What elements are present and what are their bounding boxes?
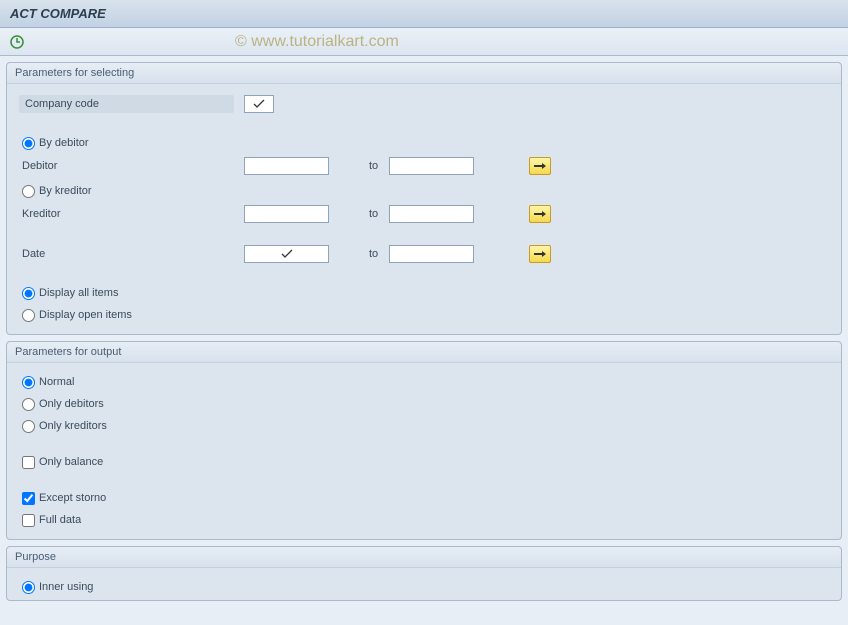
full-data-checkbox[interactable] (22, 514, 35, 527)
group-purpose-title: Purpose (7, 547, 841, 568)
debitor-more-button[interactable] (529, 157, 551, 175)
company-code-field[interactable] (244, 95, 274, 113)
normal-radio[interactable] (22, 376, 35, 389)
except-storno-label[interactable]: Except storno (39, 492, 106, 504)
display-open-radio[interactable] (22, 309, 35, 322)
by-debitor-radio[interactable] (22, 137, 35, 150)
by-debitor-label[interactable]: By debitor (39, 137, 89, 149)
watermark-text: © www.tutorialkart.com (235, 33, 399, 51)
debitor-to-label: to (329, 160, 389, 172)
arrow-right-icon (534, 210, 546, 218)
arrow-right-icon (534, 250, 546, 258)
group-selecting: Parameters for selecting Company code By… (6, 62, 842, 335)
content-area: Parameters for selecting Company code By… (0, 56, 848, 613)
only-debitors-label[interactable]: Only debitors (39, 398, 104, 410)
by-kreditor-label[interactable]: By kreditor (39, 185, 92, 197)
only-balance-label[interactable]: Only balance (39, 456, 103, 468)
execute-button[interactable] (8, 33, 26, 51)
kreditor-label: Kreditor (19, 208, 244, 220)
except-storno-checkbox[interactable] (22, 492, 35, 505)
kreditor-to-input[interactable] (389, 205, 474, 223)
required-check-icon (253, 99, 265, 109)
kreditor-more-button[interactable] (529, 205, 551, 223)
date-to-input[interactable] (389, 245, 474, 263)
inner-using-radio[interactable] (22, 581, 35, 594)
date-more-button[interactable] (529, 245, 551, 263)
group-output: Parameters for output Normal Only debito… (6, 341, 842, 540)
by-kreditor-radio[interactable] (22, 185, 35, 198)
required-check-icon (281, 249, 293, 259)
kreditor-from-input[interactable] (244, 205, 329, 223)
only-balance-checkbox[interactable] (22, 456, 35, 469)
kreditor-to-label: to (329, 208, 389, 220)
debitor-label: Debitor (19, 160, 244, 172)
date-label: Date (19, 248, 244, 260)
toolbar: © www.tutorialkart.com (0, 28, 848, 56)
normal-label[interactable]: Normal (39, 376, 74, 388)
only-kreditors-label[interactable]: Only kreditors (39, 420, 107, 432)
group-purpose: Purpose Inner using (6, 546, 842, 601)
page-title: ACT COMPARE (10, 6, 106, 21)
company-code-label: Company code (19, 95, 234, 113)
full-data-label[interactable]: Full data (39, 514, 81, 526)
date-from-input[interactable] (244, 245, 329, 263)
title-bar: ACT COMPARE (0, 0, 848, 28)
only-debitors-radio[interactable] (22, 398, 35, 411)
group-output-title: Parameters for output (7, 342, 841, 363)
debitor-from-input[interactable] (244, 157, 329, 175)
only-kreditors-radio[interactable] (22, 420, 35, 433)
inner-using-label[interactable]: Inner using (39, 581, 93, 593)
display-all-radio[interactable] (22, 287, 35, 300)
date-to-label: to (329, 248, 389, 260)
arrow-right-icon (534, 162, 546, 170)
group-selecting-title: Parameters for selecting (7, 63, 841, 84)
display-all-label[interactable]: Display all items (39, 287, 118, 299)
display-open-label[interactable]: Display open items (39, 309, 132, 321)
debitor-to-input[interactable] (389, 157, 474, 175)
execute-icon (10, 35, 24, 49)
